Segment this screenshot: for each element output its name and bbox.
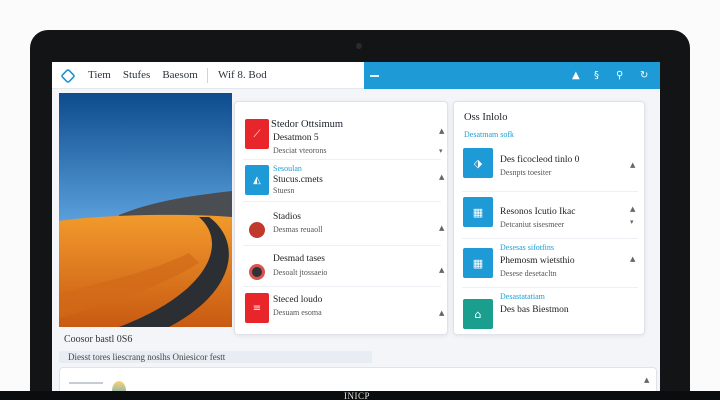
row-divider — [462, 238, 638, 239]
row-subtitle: Detcaniut sisesmeer — [500, 220, 565, 229]
list-icon[interactable]: ≡ — [245, 293, 269, 323]
row-title[interactable]: Des bas Biestmon — [500, 305, 569, 315]
card-title: Stedor Ottsimum — [271, 119, 344, 130]
card-accent: Desatmam sofk — [464, 130, 514, 139]
brand-label: INICP — [344, 391, 371, 400]
grid-icon[interactable]: ▦ — [463, 248, 493, 278]
hero-photo — [59, 93, 232, 327]
row-subtitle: Desmas reuaoll — [273, 225, 323, 234]
camera-icon — [356, 43, 362, 49]
row-title[interactable]: Resonos Icutio Ikac — [500, 207, 575, 217]
pdf-icon[interactable]: ⟋ — [245, 119, 269, 149]
section-label: Coosor bastl 0S6 — [64, 334, 133, 345]
nav-divider — [207, 68, 208, 83]
nav-item[interactable]: Stufes — [123, 69, 151, 81]
app-logo-icon[interactable] — [60, 68, 76, 84]
nav-item[interactable]: Tiem — [88, 69, 111, 81]
progress-line — [69, 382, 103, 384]
row-subtitle: Desciat vteorons — [273, 146, 327, 155]
row-title[interactable]: Stadios — [273, 212, 301, 222]
row-title[interactable]: Stucus.cmets — [273, 175, 323, 185]
grid-icon[interactable]: ▦ — [463, 197, 493, 227]
chevron-up-icon[interactable]: ▲ — [439, 309, 444, 317]
folder-icon[interactable]: ⌂ — [463, 299, 493, 329]
row-subtitle: Desnpts toesiter — [500, 168, 552, 177]
chevron-up-icon[interactable]: ▲ — [644, 376, 649, 384]
chevron-up-icon[interactable]: ▲ — [630, 255, 635, 263]
row-title[interactable]: Steced loudo — [273, 295, 322, 305]
row-subtitle: Desoalt jtossaeio — [273, 268, 328, 277]
topbar-label[interactable]: Wif 8. Bod — [218, 69, 267, 81]
up-icon[interactable]: ▲ — [572, 70, 580, 81]
chevron-up-icon[interactable]: ▲ — [630, 161, 635, 169]
info-bar-text: Diesst tores liescrang noslhs Oniesicor … — [68, 352, 226, 362]
s-icon[interactable]: § — [594, 70, 599, 81]
row-accent: Desastatatiam — [500, 292, 545, 301]
app-screen: Tiem Stufes Baesom Wif 8. Bod ▲ § ⚲ ↻ St… — [52, 62, 660, 400]
row-divider — [462, 287, 638, 288]
chevron-down-icon[interactable]: ▾ — [630, 218, 634, 226]
record-icon[interactable] — [249, 264, 265, 280]
chevron-up-icon[interactable]: ▲ — [439, 224, 444, 232]
row-title[interactable]: Des ficocleod tinlo 0 — [500, 155, 579, 165]
chevron-down-icon[interactable]: ▾ — [439, 147, 443, 155]
card-title: Oss Inlolo — [464, 112, 508, 123]
row-subtitle: Stuesn — [273, 186, 295, 195]
refresh-icon[interactable]: ↻ — [640, 70, 648, 81]
row-subtitle: Desese desetacltn — [500, 269, 557, 278]
chevron-up-icon[interactable]: ▲ — [439, 173, 444, 181]
row-divider — [462, 191, 638, 192]
row-divider — [243, 286, 441, 287]
menu-dash-icon[interactable] — [370, 75, 379, 77]
row-divider — [243, 245, 441, 246]
toolbar-strip: ▲ § ⚲ ↻ — [364, 62, 660, 89]
chevron-up-icon[interactable]: ▲ — [630, 205, 635, 213]
row-accent: Desesas sifotfins — [500, 243, 554, 252]
row-accent: Sesoulan — [273, 164, 302, 173]
row-title[interactable]: Desmad tases — [273, 254, 325, 264]
record-icon[interactable] — [249, 222, 265, 238]
row-subtitle: Desuam esoma — [273, 308, 322, 317]
nav-item[interactable]: Baesom — [162, 69, 197, 81]
row-divider — [243, 201, 441, 202]
search-icon[interactable]: ⚲ — [616, 70, 623, 81]
row-title[interactable]: Phemosm wietsthio — [500, 256, 575, 266]
row-title[interactable]: Desatmon 5 — [273, 133, 319, 143]
info-card: Oss Inlolo Desatmam sofk ⬗ Des ficocleod… — [453, 101, 645, 335]
chevron-up-icon[interactable]: ▲ — [439, 127, 444, 135]
documents-card: Stedor Ottsimum ⟋ Desatmon 5 Desciat vte… — [234, 101, 448, 335]
top-bar: Tiem Stufes Baesom Wif 8. Bod ▲ § ⚲ ↻ — [52, 62, 660, 89]
row-divider — [243, 159, 441, 160]
tag-icon[interactable]: ⬗ — [463, 148, 493, 178]
chevron-up-icon[interactable]: ▲ — [439, 266, 444, 274]
top-nav: Tiem Stufes Baesom — [88, 69, 198, 81]
stack-icon[interactable]: ◭ — [245, 165, 269, 195]
